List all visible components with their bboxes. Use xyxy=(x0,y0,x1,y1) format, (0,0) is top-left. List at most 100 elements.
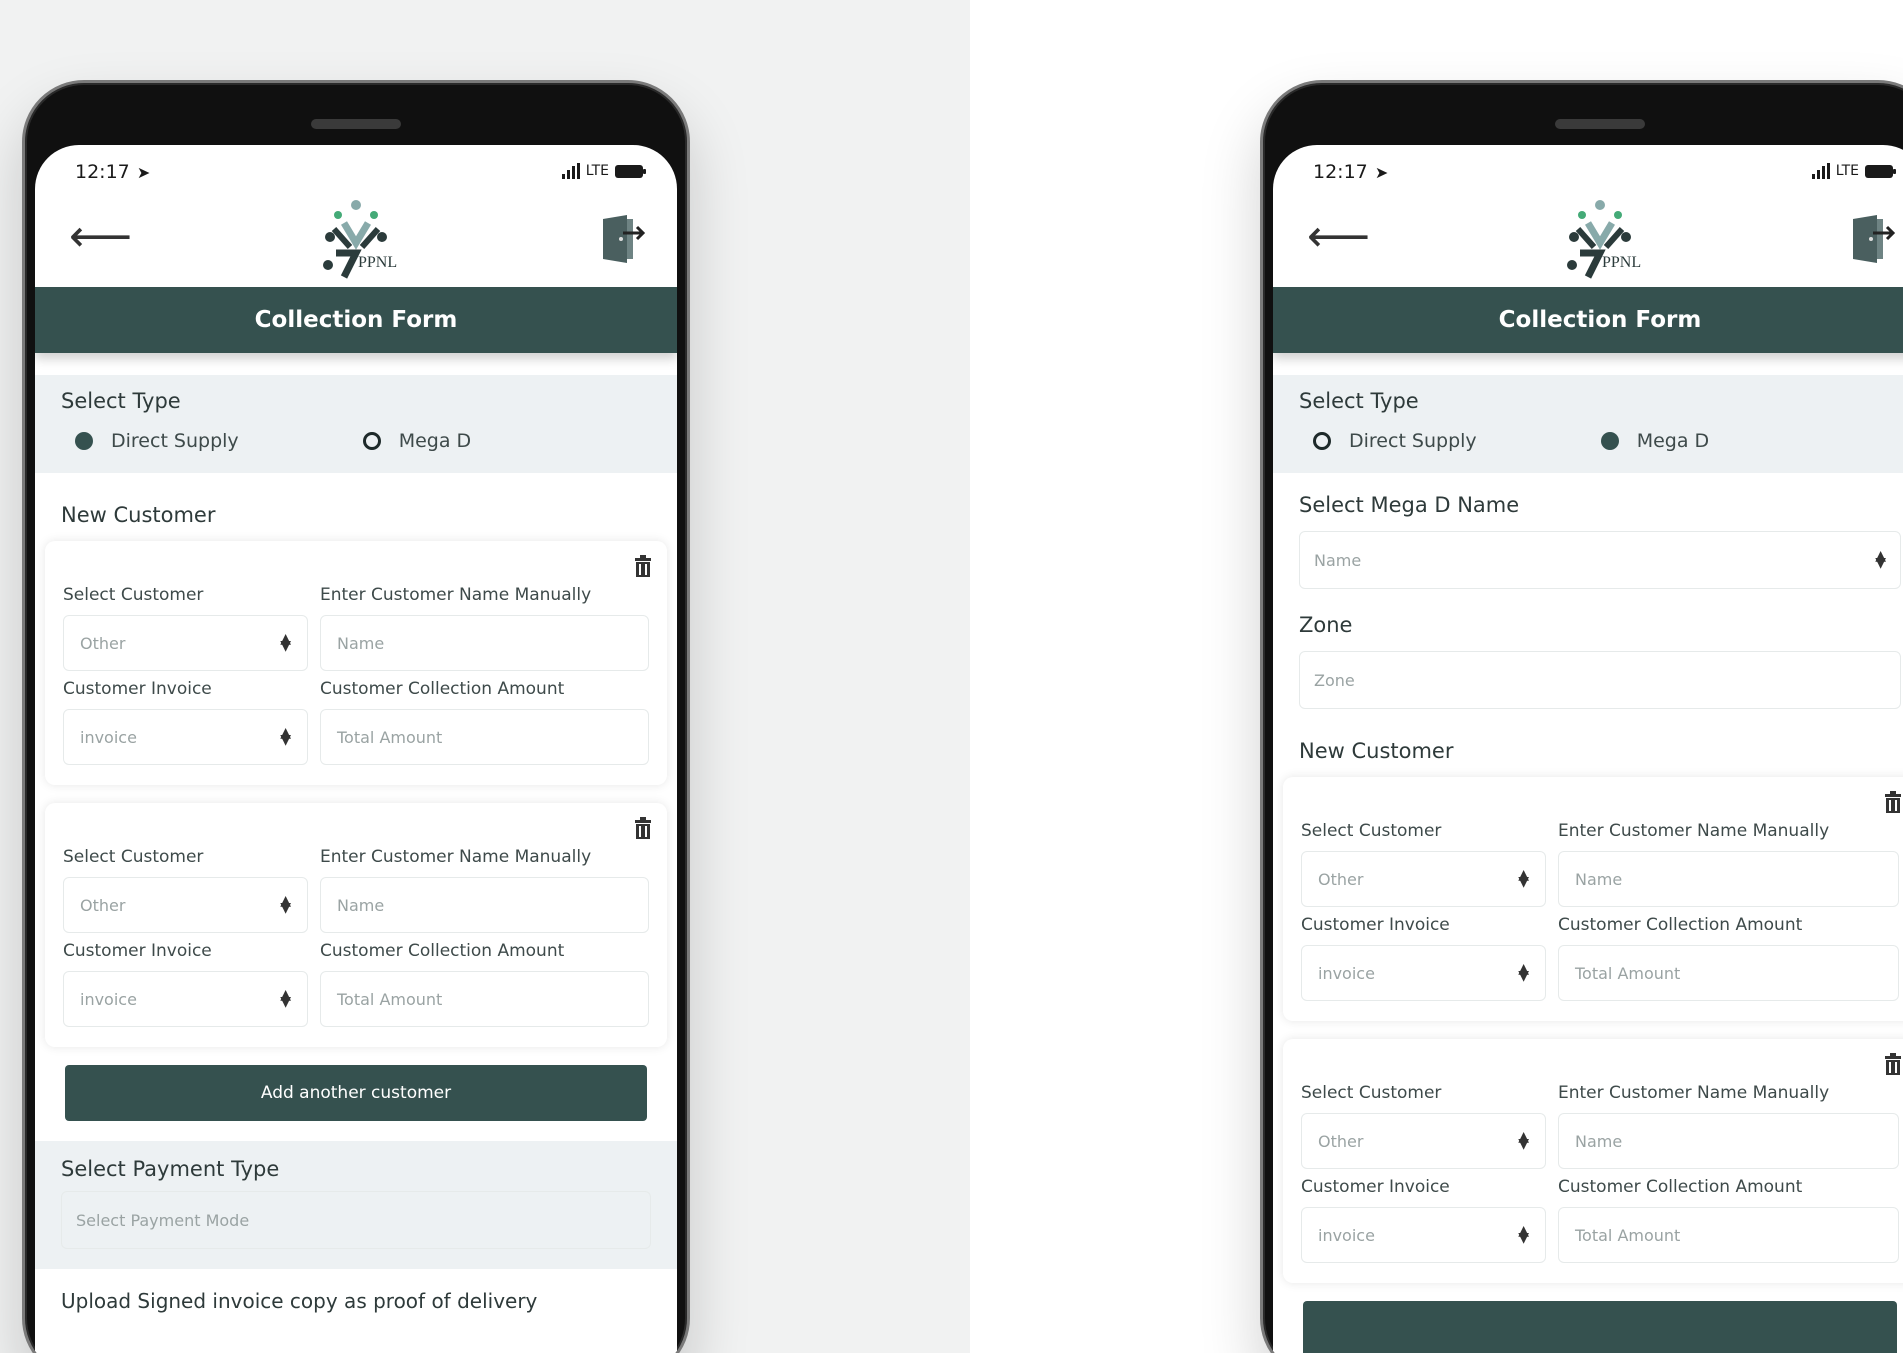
customer-grid: Select Customer Other ▲ ▼ Enter Customer N… xyxy=(63,555,649,765)
customer-grid: Select Customer Other ▲ ▼ Enter Customer N… xyxy=(1301,1053,1899,1263)
customer-name-input[interactable]: Name xyxy=(1558,851,1899,907)
invoice-dropdown[interactable]: invoice ▲ ▼ xyxy=(63,709,308,765)
input-placeholder: Zone xyxy=(1314,670,1355,690)
time-text: 12:17 xyxy=(75,161,130,183)
upload-proof-label: Upload Signed invoice copy as proof of d… xyxy=(61,1289,538,1313)
app-header: ⟵ PPNL xyxy=(35,191,677,287)
trash-icon[interactable] xyxy=(1883,1053,1903,1075)
radio-label: Direct Supply xyxy=(1349,430,1477,452)
payment-mode-select[interactable]: Select Payment Mode xyxy=(61,1191,651,1249)
updown-icon: ▲ ▼ xyxy=(1875,548,1886,571)
invoice-label: Customer Invoice xyxy=(1301,1177,1450,1197)
invoice-dropdown[interactable]: invoice ▲ ▼ xyxy=(1301,1207,1546,1263)
status-time: 12:17 ➤ xyxy=(75,161,150,183)
phone-screen: 12:17 ➤ LTE ⟵ PPNL Collection Form Selec… xyxy=(35,145,677,1353)
updown-icon: ▲ ▼ xyxy=(1518,1129,1529,1152)
mega-d-name-dropdown[interactable]: Name ▲ ▼ xyxy=(1299,531,1901,589)
select-type-label: Select Type xyxy=(61,389,181,413)
mega-d-name-wrapper: Name ▲ ▼ xyxy=(1299,531,1901,589)
trash-icon[interactable] xyxy=(1883,791,1903,813)
invoice-dropdown[interactable]: invoice ▲ ▼ xyxy=(1301,945,1546,1001)
type-radio-group: Direct Supply Mega D xyxy=(61,427,651,455)
select-customer-dropdown[interactable]: Other ▲ ▼ xyxy=(1301,1113,1546,1169)
network-label: LTE xyxy=(585,163,609,179)
app-header: ⟵ PPNL xyxy=(1273,191,1903,287)
select-customer-label: Select Customer xyxy=(63,847,204,867)
amount-input[interactable]: Total Amount xyxy=(1558,1207,1899,1263)
dropdown-value: Other xyxy=(1318,1131,1364,1151)
dropdown-value: invoice xyxy=(1318,963,1375,983)
trash-icon[interactable] xyxy=(633,555,653,577)
add-customer-button[interactable]: Add another customer xyxy=(65,1065,647,1121)
input-placeholder: Total Amount xyxy=(337,727,443,747)
select-type-label: Select Type xyxy=(1299,389,1419,413)
form-content: Select Type Direct Supply Mega D Select … xyxy=(1273,353,1903,1353)
location-arrow-icon: ➤ xyxy=(131,163,151,182)
speaker-notch xyxy=(311,119,401,129)
logo-text: PPNL xyxy=(1602,254,1641,271)
back-arrow-icon[interactable]: ⟵ xyxy=(1307,215,1370,259)
back-arrow-icon[interactable]: ⟵ xyxy=(69,215,132,259)
radio-direct-supply[interactable]: Direct Supply xyxy=(61,430,239,452)
time-text: 12:17 xyxy=(1313,161,1368,183)
invoice-label: Customer Invoice xyxy=(63,941,212,961)
amount-label: Customer Collection Amount xyxy=(1558,915,1803,935)
updown-icon: ▲ ▼ xyxy=(1518,961,1529,984)
status-bar: 12:17 ➤ LTE xyxy=(1273,145,1903,191)
radio-mega-d[interactable]: Mega D xyxy=(1587,430,1709,452)
select-customer-dropdown[interactable]: Other ▲ ▼ xyxy=(63,615,308,671)
logout-icon[interactable] xyxy=(1849,213,1897,265)
customer-name-input[interactable]: Name xyxy=(320,877,649,933)
dropdown-value: Other xyxy=(1318,869,1364,889)
invoice-dropdown[interactable]: invoice ▲ ▼ xyxy=(63,971,308,1027)
phone-frame-left: 12:17 ➤ LTE ⟵ PPNL Collection Form Selec… xyxy=(22,80,690,1353)
form-content: Select Type Direct Supply Mega D New Cus… xyxy=(35,353,677,1333)
logout-icon[interactable] xyxy=(599,213,647,265)
input-placeholder: Name xyxy=(337,633,385,653)
updown-icon: ▲ ▼ xyxy=(280,893,291,916)
trash-icon[interactable] xyxy=(633,817,653,839)
input-placeholder: Name xyxy=(337,895,385,915)
amount-label: Customer Collection Amount xyxy=(320,679,565,699)
amount-input[interactable]: Total Amount xyxy=(1558,945,1899,1001)
amount-input[interactable]: Total Amount xyxy=(320,971,649,1027)
invoice-label: Customer Invoice xyxy=(1301,915,1450,935)
radio-mega-d[interactable]: Mega D xyxy=(349,430,471,452)
radio-selected-icon xyxy=(75,432,93,450)
customer-name-input[interactable]: Name xyxy=(320,615,649,671)
dropdown-value: invoice xyxy=(80,727,137,747)
radio-direct-supply[interactable]: Direct Supply xyxy=(1299,430,1477,452)
manual-name-label: Enter Customer Name Manually xyxy=(320,585,592,605)
network-label: LTE xyxy=(1835,163,1859,179)
select-placeholder: Select Payment Mode xyxy=(76,1210,250,1230)
customer-grid: Select Customer Other ▲ ▼ Enter Customer N… xyxy=(1301,791,1899,1001)
zone-wrapper: Zone xyxy=(1299,651,1901,709)
speaker-notch xyxy=(1555,119,1645,129)
page-title: Collection Form xyxy=(1273,287,1903,353)
select-customer-label: Select Customer xyxy=(1301,821,1442,841)
dropdown-value: Other xyxy=(80,633,126,653)
payment-section: Select Payment Type Select Payment Mode xyxy=(35,1141,677,1269)
dropdown-value: Other xyxy=(80,895,126,915)
new-customer-label: New Customer xyxy=(61,503,216,527)
radio-selected-icon xyxy=(1600,432,1619,450)
zone-label: Zone xyxy=(1299,613,1353,637)
ppnl-logo: PPNL xyxy=(323,200,397,279)
amount-input[interactable]: Total Amount xyxy=(320,709,649,765)
input-placeholder: Total Amount xyxy=(1575,963,1681,983)
status-right: LTE xyxy=(561,163,646,179)
customer-name-input[interactable]: Name xyxy=(1558,1113,1899,1169)
status-bar: 12:17 ➤ LTE xyxy=(35,145,677,191)
signal-icon xyxy=(561,163,580,179)
manual-name-label: Enter Customer Name Manually xyxy=(1558,1083,1830,1103)
customer-card: Select Customer Other ▲ ▼ Enter Customer N… xyxy=(45,541,667,785)
phone-frame-right: 12:17 ➤ LTE ⟵ PPNL Collection Form Selec… xyxy=(1260,80,1903,1353)
select-customer-dropdown[interactable]: Other ▲ ▼ xyxy=(63,877,308,933)
select-customer-dropdown[interactable]: Other ▲ ▼ xyxy=(1301,851,1546,907)
radio-label: Mega D xyxy=(398,430,472,452)
add-customer-button-partial[interactable] xyxy=(1303,1301,1897,1353)
zone-input[interactable]: Zone xyxy=(1299,651,1901,709)
input-placeholder: Total Amount xyxy=(337,989,443,1009)
manual-name-label: Enter Customer Name Manually xyxy=(1558,821,1830,841)
battery-icon xyxy=(1865,164,1896,178)
